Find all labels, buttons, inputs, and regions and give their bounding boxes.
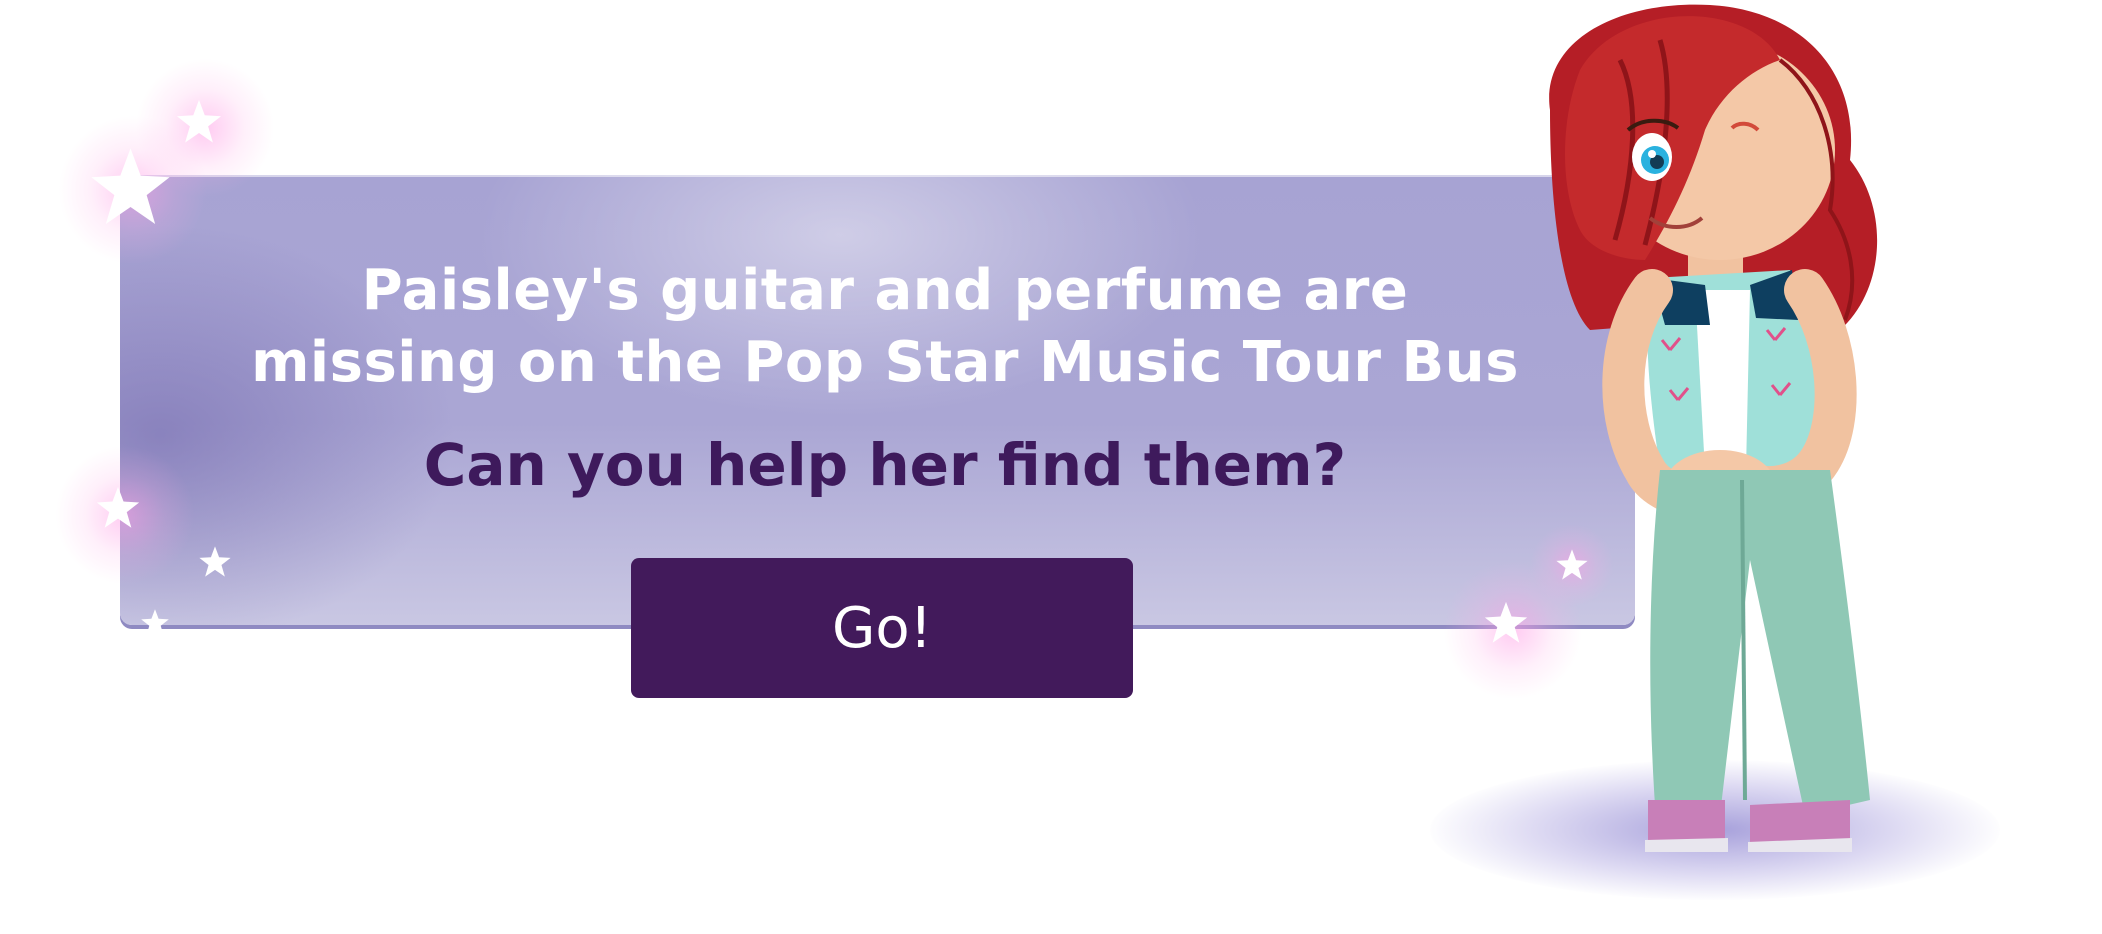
star-icon: [1530, 523, 1614, 607]
star-icon: [58, 115, 208, 265]
star-icon: [198, 545, 232, 579]
star-icon: [140, 608, 170, 638]
paisley-character: [1549, 4, 1878, 852]
go-button[interactable]: Go!: [631, 558, 1133, 698]
game-intro-screen: Paisley's guitar and perfume are missing…: [0, 0, 2102, 934]
star-icon: [1443, 560, 1583, 700]
